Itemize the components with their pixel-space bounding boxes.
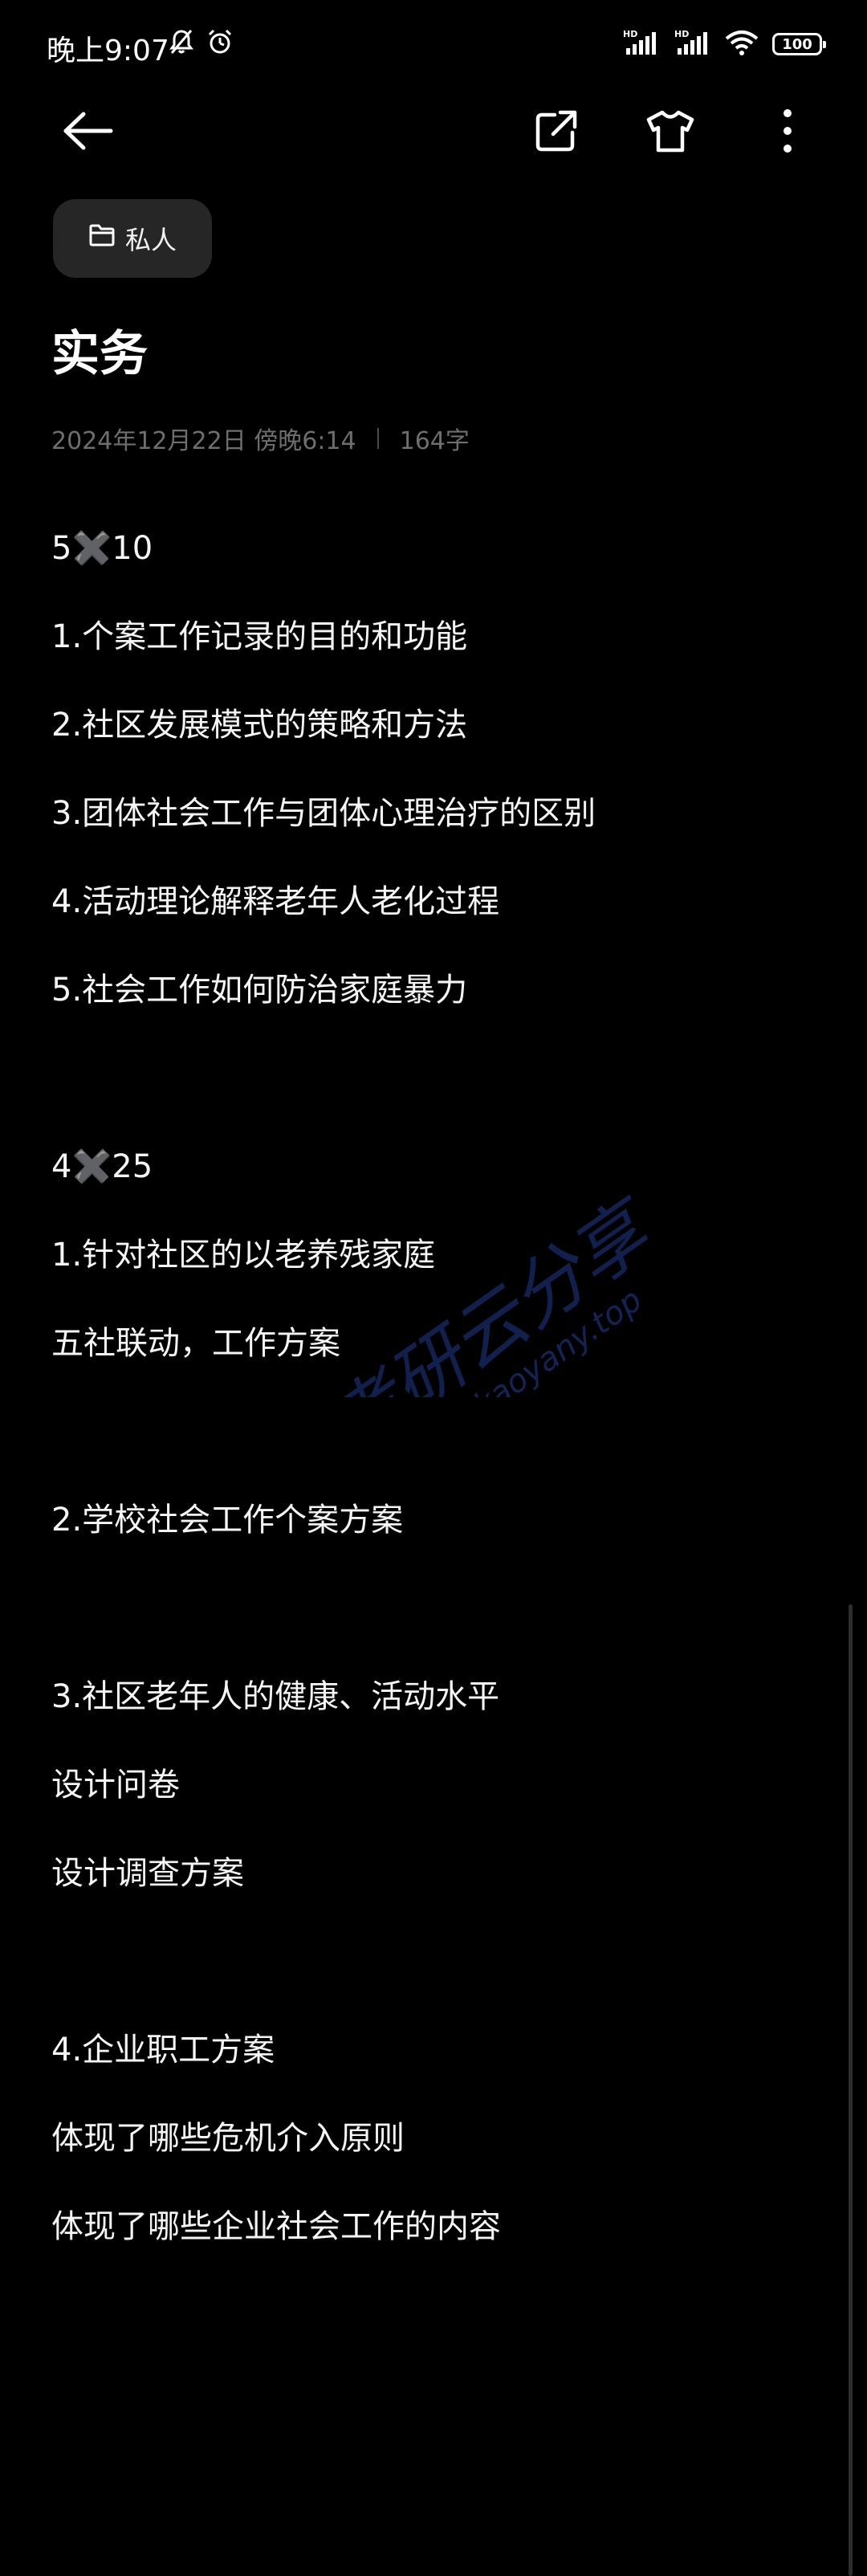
share-icon — [534, 108, 579, 157]
note-line: 2.学校社会工作个案方案 — [51, 1502, 404, 1539]
folder-chip[interactable]: 私人 — [53, 199, 212, 278]
back-arrow-icon — [61, 111, 114, 154]
status-bar: 晚上9:07 HD HD 100 — [0, 0, 867, 88]
note-line-blank — [51, 1034, 822, 1123]
folder-icon — [88, 223, 116, 254]
signal-hd-icon-2: HD — [673, 29, 711, 59]
more-button[interactable] — [751, 96, 824, 169]
note-line-blank — [51, 1918, 822, 2006]
note-body[interactable]: 5✖️10 1.个案工作记录的目的和功能 2.社区发展模式的策略和方法 3.团体… — [51, 504, 822, 2271]
toolbar — [0, 96, 867, 177]
mute-bell-icon — [167, 27, 196, 59]
meta-divider — [377, 428, 379, 449]
note-line: 4.企业职工方案 — [51, 2032, 275, 2069]
note-line: 体现了哪些企业社会工作的内容 — [51, 2208, 501, 2245]
battery-icon: 100 — [772, 33, 826, 55]
scrollbar[interactable] — [849, 1604, 853, 2576]
note-line: 1.针对社区的以老养残家庭 — [51, 1237, 436, 1274]
note-word-count: 164字 — [399, 427, 470, 455]
theme-button[interactable] — [634, 96, 706, 169]
folder-label: 私人 — [124, 225, 177, 255]
more-vertical-icon — [783, 108, 792, 157]
note-line: 3.团体社会工作与团体心理治疗的区别 — [51, 795, 596, 832]
note-title[interactable]: 实务 — [51, 315, 148, 385]
note-line: 1.个案工作记录的目的和功能 — [51, 618, 468, 655]
svg-text:HD: HD — [674, 29, 689, 39]
share-button[interactable] — [520, 96, 592, 169]
status-right-icons: HD HD 100 — [621, 29, 826, 59]
note-line: 设计调查方案 — [51, 1855, 244, 1892]
note-line: 4.活动理论解释老年人老化过程 — [51, 883, 500, 920]
shirt-icon — [645, 108, 695, 157]
status-left-icons — [167, 27, 234, 59]
note-meta: 2024年12月22日 傍晚6:14 164字 — [51, 421, 470, 456]
note-line: 4✖️25 — [51, 1148, 153, 1185]
back-button[interactable] — [51, 96, 124, 169]
signal-hd-icon: HD — [621, 29, 660, 59]
note-line: 5.社会工作如何防治家庭暴力 — [51, 972, 468, 1009]
svg-text:HD: HD — [623, 29, 637, 39]
alarm-icon — [206, 27, 234, 59]
note-line: 设计问卷 — [51, 1767, 180, 1804]
note-line: 3.社区老年人的健康、活动水平 — [51, 1678, 500, 1715]
wifi-icon — [724, 29, 759, 59]
note-date: 2024年12月22日 傍晚6:14 — [51, 427, 356, 455]
note-line: 体现了哪些危机介入原则 — [51, 2120, 405, 2157]
note-line-blank — [51, 1564, 822, 1653]
battery-level: 100 — [782, 35, 812, 53]
note-line: 五社联动，工作方案 — [51, 1325, 340, 1362]
note-line-blank — [51, 1388, 822, 1476]
note-line: 5✖️10 — [51, 530, 153, 567]
status-time: 晚上9:07 — [47, 35, 169, 67]
note-line: 2.社区发展模式的策略和方法 — [51, 707, 468, 744]
